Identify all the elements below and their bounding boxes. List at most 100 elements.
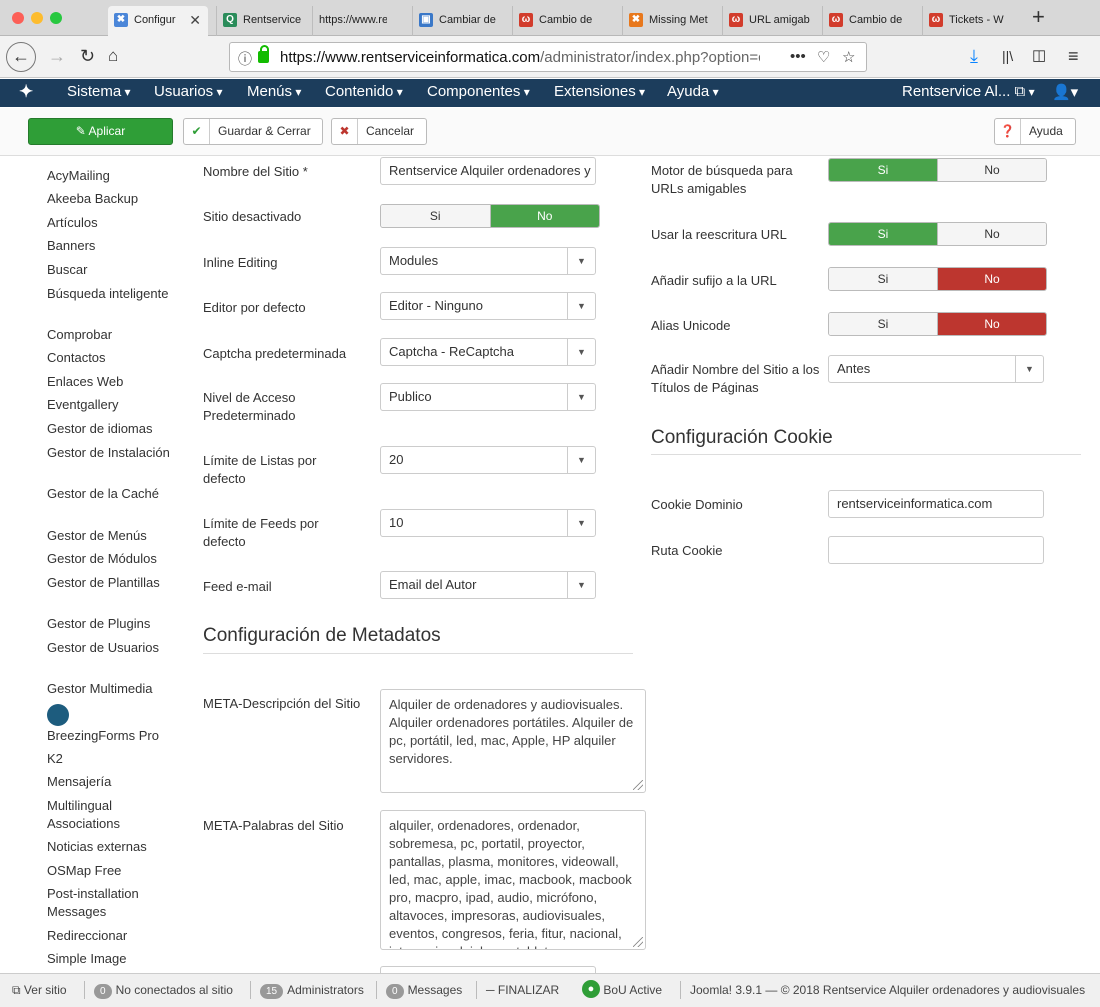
- sef-yes[interactable]: Si: [829, 159, 937, 181]
- browser-tab[interactable]: ω Cambio de: [512, 6, 622, 36]
- minimize-window-button[interactable]: [31, 12, 43, 24]
- sidebar-item[interactable]: Búsqueda inteligente: [47, 285, 177, 303]
- help-button[interactable]: ❓ Ayuda: [994, 118, 1076, 145]
- sidebar-item[interactable]: Gestor de la Caché: [47, 485, 177, 503]
- feed-limit-select[interactable]: 10 ▼: [380, 509, 596, 537]
- sidebar-item[interactable]: OSMap Free: [47, 862, 177, 880]
- browser-tab[interactable]: ω URL amigab: [722, 6, 822, 36]
- browser-tab[interactable]: https://www.ren: [312, 6, 412, 36]
- sidebar-item[interactable]: Multilingual Associations: [47, 797, 177, 833]
- sidebar-item[interactable]: Gestor de Plantillas: [47, 574, 177, 592]
- menu-componentes[interactable]: Componentes: [427, 83, 530, 100]
- unicode-yes[interactable]: Si: [829, 313, 937, 335]
- home-icon[interactable]: ⌂: [108, 44, 118, 68]
- captcha-select[interactable]: Captcha - ReCaptcha ▼: [380, 338, 596, 366]
- sidebar-item[interactable]: Banners: [47, 237, 177, 255]
- sitename-pages-select[interactable]: Antes ▼: [828, 355, 1044, 383]
- close-window-button[interactable]: [12, 12, 24, 24]
- browser-tab[interactable]: Q Rentservice: [216, 6, 312, 36]
- resize-handle-icon[interactable]: [633, 937, 643, 947]
- sidebar-item[interactable]: Gestor de Módulos: [47, 550, 177, 568]
- unicode-toggle[interactable]: Si No: [828, 312, 1047, 336]
- downloads-icon[interactable]: ⤓: [970, 44, 978, 68]
- sidebar-item[interactable]: K2: [47, 750, 177, 768]
- suffix-yes[interactable]: Si: [829, 268, 937, 290]
- meta-description-textarea[interactable]: Alquiler de ordenadores y audiovisuales.…: [380, 689, 646, 793]
- sidebar-item[interactable]: Buscar: [47, 261, 177, 279]
- sidebar-item[interactable]: Enlaces Web: [47, 373, 177, 391]
- rewrite-toggle[interactable]: Si No: [828, 222, 1047, 246]
- inline-editing-select[interactable]: Modules ▼: [380, 247, 596, 275]
- offline-no[interactable]: No: [489, 205, 599, 227]
- sidebar-item[interactable]: Redireccionar: [47, 927, 177, 945]
- address-bar[interactable]: ⓘ https://www.rentserviceinformatica.com…: [229, 42, 867, 72]
- sidebar-item[interactable]: Eventgallery: [47, 396, 177, 414]
- list-limit-select[interactable]: 20 ▼: [380, 446, 596, 474]
- messages-status[interactable]: 0 Messages: [386, 983, 462, 999]
- access-level-select[interactable]: Publico ▼: [380, 383, 596, 411]
- sidebar-item[interactable]: Gestor de Menús: [47, 527, 177, 545]
- site-name-input[interactable]: Rentservice Alquiler ordenadores y: [380, 157, 596, 185]
- joomla-logo-icon[interactable]: ✦: [19, 82, 33, 102]
- menu-contenido[interactable]: Contenido: [325, 83, 403, 100]
- cookie-path-input[interactable]: [828, 536, 1044, 564]
- sidebar-item[interactable]: Contactos: [47, 349, 177, 367]
- site-link[interactable]: Rentservice Al... ⧉: [902, 83, 1035, 100]
- feed-email-select[interactable]: Email del Autor ▼: [380, 571, 596, 599]
- suffix-no[interactable]: No: [937, 268, 1046, 290]
- view-site-link[interactable]: ⧉ Ver sitio: [12, 983, 67, 998]
- browser-tab[interactable]: ω Tickets - W: [922, 6, 1022, 36]
- rewrite-yes[interactable]: Si: [829, 223, 937, 245]
- sidebar-item[interactable]: BreezingForms Pro: [47, 727, 177, 745]
- browser-tab[interactable]: ✖ Missing Met: [622, 6, 722, 36]
- page-actions-icon[interactable]: •••: [790, 48, 806, 65]
- library-icon[interactable]: ||\: [1002, 44, 1013, 68]
- sidebar-item[interactable]: Akeeba Backup: [47, 190, 177, 208]
- browser-tab[interactable]: ω Cambio de: [822, 6, 922, 36]
- maximize-window-button[interactable]: [50, 12, 62, 24]
- sef-no[interactable]: No: [937, 159, 1046, 181]
- hamburger-menu-icon[interactable]: ≡: [1068, 44, 1079, 68]
- cookie-domain-input[interactable]: rentserviceinformatica.com: [828, 490, 1044, 518]
- sidebar-item[interactable]: Gestor de Usuarios: [47, 639, 177, 657]
- cancel-button[interactable]: ✖ Cancelar: [331, 118, 427, 145]
- menu-usuarios[interactable]: Usuarios: [154, 83, 223, 100]
- sidebar-item[interactable]: Gestor Multimedia: [47, 680, 177, 698]
- suffix-toggle[interactable]: Si No: [828, 267, 1047, 291]
- save-close-button[interactable]: ✔ Guardar & Cerrar: [183, 118, 323, 145]
- sidebar-item[interactable]: Gestor de Instalación: [47, 444, 177, 462]
- menu-ayuda[interactable]: Ayuda: [667, 83, 719, 100]
- sidebar-item[interactable]: Gestor de Plugins: [47, 615, 177, 633]
- editor-select[interactable]: Editor - Ninguno ▼: [380, 292, 596, 320]
- sidebar-item[interactable]: Mensajería: [47, 773, 177, 791]
- menu-menus[interactable]: Menús: [247, 83, 301, 100]
- apply-button[interactable]: ✎ Aplicar: [28, 118, 173, 145]
- browser-tab[interactable]: ✖ Configur ✕: [108, 6, 208, 37]
- menu-extensiones[interactable]: Extensiones: [554, 83, 645, 100]
- sidebar-item[interactable]: Simple Image: [47, 950, 177, 968]
- bou-status[interactable]: ● BoU Active: [582, 980, 662, 999]
- offline-yes[interactable]: Si: [381, 205, 490, 227]
- sidebar-toggle-icon[interactable]: ◫: [1032, 44, 1046, 68]
- back-button[interactable]: ←: [6, 42, 36, 72]
- visitors-status[interactable]: 0 No conectados al sitio: [94, 983, 233, 999]
- sidebar-item[interactable]: Artículos: [47, 214, 177, 232]
- new-tab-button[interactable]: +: [1032, 4, 1045, 30]
- admins-status[interactable]: 15 Administrators: [260, 983, 364, 999]
- user-menu-icon[interactable]: 👤▾: [1052, 83, 1078, 101]
- sidebar-item[interactable]: Post-installation Messages: [47, 885, 177, 921]
- menu-sistema[interactable]: Sistema: [67, 83, 131, 100]
- resize-handle-icon[interactable]: [633, 780, 643, 790]
- sidebar-item[interactable]: Noticias externas: [47, 838, 177, 856]
- offline-toggle[interactable]: Si No: [380, 204, 600, 228]
- pocket-icon[interactable]: ♡: [817, 48, 830, 66]
- sef-toggle[interactable]: Si No: [828, 158, 1047, 182]
- rewrite-no[interactable]: No: [937, 223, 1046, 245]
- forward-button[interactable]: →: [48, 44, 66, 68]
- reload-button[interactable]: ↻: [80, 44, 95, 68]
- sidebar-item[interactable]: AcyMailing: [47, 167, 177, 185]
- logout-link[interactable]: ─ FINALIZAR: [486, 983, 559, 997]
- close-tab-icon[interactable]: ✕: [189, 6, 201, 34]
- sidebar-item[interactable]: Gestor de idiomas: [47, 420, 177, 438]
- meta-keywords-textarea[interactable]: alquiler, ordenadores, ordenador, sobrem…: [380, 810, 646, 950]
